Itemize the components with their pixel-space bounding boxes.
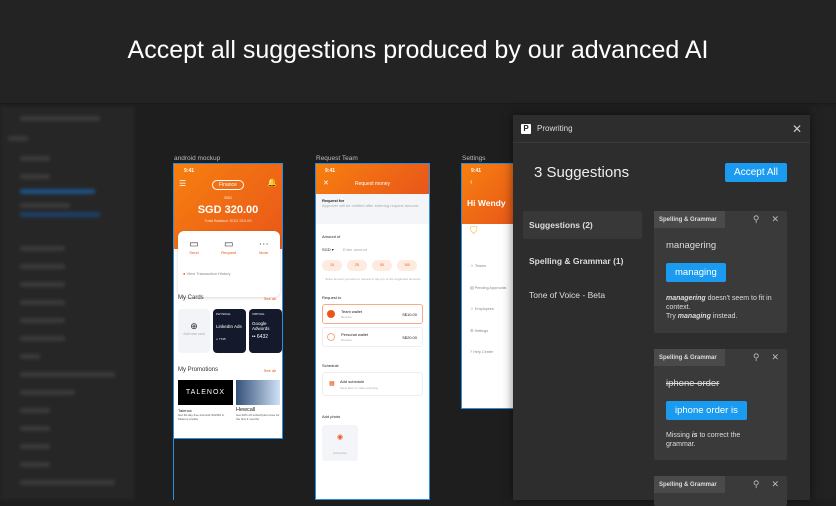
explanation: managering doesn't seem to fit in contex…: [666, 295, 772, 320]
app-name: Prowriting: [537, 124, 573, 133]
screen-title: Request money: [354, 181, 391, 187]
status-time: 9:41: [184, 168, 195, 174]
settings-item-settings[interactable]: ⚙ Settings: [470, 321, 506, 343]
bell-icon[interactable]: 🔔: [267, 178, 277, 187]
nav-spelling-grammar[interactable]: Spelling & Grammar (1): [523, 247, 642, 275]
send-action[interactable]: ▭ Send: [189, 239, 198, 255]
promotions-title: My Promotions: [178, 367, 219, 373]
search-icon[interactable]: ⚲: [753, 479, 760, 490]
settings-frame[interactable]: 9:41 ‹ Hi Wendy ⛉ ☺ Teams ▤ Pending Appr…: [461, 163, 521, 409]
more-action[interactable]: ⋯ More: [259, 239, 269, 255]
add-card[interactable]: ⊕ Add new card: [178, 309, 210, 353]
right-panel-blurred: [810, 106, 836, 500]
add-photo-label: Add photo: [322, 414, 341, 419]
suggestion-card: Spelling & Grammar ⚲ ✕ managering managin…: [654, 211, 787, 333]
original-text: managering: [666, 240, 717, 251]
add-photo-button[interactable]: ◉ Add photo: [322, 425, 358, 461]
accept-all-button[interactable]: Accept All: [725, 163, 787, 182]
headline: Accept all suggestions produced by our a…: [127, 36, 709, 64]
request-action[interactable]: ▭ Request: [221, 239, 236, 255]
greeting: Hi Wendy: [467, 198, 506, 208]
layers-sidebar: [0, 106, 135, 500]
back-icon[interactable]: ‹: [470, 179, 472, 186]
wallet-option-team[interactable]: Team wallet Receive S$10.00: [322, 304, 423, 324]
promo-talenox[interactable]: TALENOX Talenox Get 30-day free trial and …: [178, 380, 233, 428]
android-mockup-frame[interactable]: 9:41 ☰ Finance 🔔 SGD SGD 320.00 Total Ba…: [173, 163, 283, 439]
frame-label-request: Request Team: [316, 155, 358, 162]
search-icon[interactable]: ⚲: [753, 352, 760, 363]
card-google[interactable]: VIRTUAL Google Adwords •• 6432: [249, 309, 282, 353]
amount-chip[interactable]: 50: [372, 260, 392, 271]
promo-hewcall[interactable]: Hewcall Get 20% off subscription fees for…: [236, 380, 280, 428]
amount-label: Amount of: [322, 234, 341, 239]
nav-suggestions[interactable]: Suggestions (2): [523, 211, 642, 239]
settings-item-employees[interactable]: ☺ Employees: [470, 299, 506, 321]
menu-icon[interactable]: ☰: [179, 179, 186, 188]
prowriting-logo-icon: P: [521, 123, 531, 134]
camera-icon: ◉: [336, 434, 344, 441]
schedule-label: Schedule: [322, 363, 339, 368]
settings-item-teams[interactable]: ☺ Teams: [470, 256, 506, 278]
sub-balance: Total Balance SGD 510.00: [204, 218, 252, 223]
transaction-history-link[interactable]: ● View Transaction History: [183, 271, 231, 276]
wallet-option-personal[interactable]: Personal wallet Receive S$20.00: [322, 327, 423, 347]
currency-select[interactable]: SGD: [322, 247, 331, 252]
amount-chip[interactable]: 10: [322, 260, 342, 271]
explanation: Missing is to correct the grammar.: [666, 432, 741, 448]
nav-tone-of-voice[interactable]: Tone of Voice - Beta: [523, 281, 642, 309]
frame-label-android: android mockup: [174, 155, 221, 162]
suggestion-button[interactable]: managing: [666, 263, 726, 282]
request-team-frame[interactable]: 9:41 ✕ Request money Request for Approve…: [315, 163, 430, 500]
request-to-label: Request to: [322, 295, 342, 300]
original-text: iphone order: [666, 378, 720, 389]
close-icon[interactable]: ✕: [792, 122, 802, 136]
frame-label-settings: Settings: [462, 155, 486, 162]
add-schedule[interactable]: ▦ Add schedule Send later or make recurrin…: [322, 372, 423, 396]
banner: Accept all suggestions produced by our a…: [0, 0, 836, 104]
shield-icon: ⛉: [470, 226, 478, 237]
settings-item-help[interactable]: ? Help Center: [470, 342, 506, 364]
balance-label: SGD: [224, 196, 232, 200]
suggestion-card: Spelling & Grammar ⚲ ✕ iphone order iphon…: [654, 349, 787, 460]
amount-chip[interactable]: 25: [347, 260, 367, 271]
suggestions-title: 3 Suggestions: [534, 164, 630, 181]
status-time: 9:41: [325, 168, 336, 174]
dismiss-icon[interactable]: ✕: [771, 352, 779, 363]
card-linkedin[interactable]: PHYSICAL LinkedIn Ads •• 7745: [213, 309, 246, 353]
my-cards-title: My Cards: [178, 295, 204, 301]
amount-chip[interactable]: 100: [397, 260, 417, 271]
dismiss-icon[interactable]: ✕: [771, 214, 779, 225]
prowriting-panel: P Prowriting ✕ 3 Suggestions Accept All …: [513, 115, 810, 506]
card-tag: Spelling & Grammar: [654, 349, 725, 366]
see-all-cards[interactable]: See all: [264, 296, 276, 301]
card-tag: Spelling & Grammar: [654, 211, 725, 228]
settings-item-pending[interactable]: ▤ Pending Approvals: [470, 278, 506, 300]
amount-hint: *Enter amount you want to request or tap…: [324, 277, 421, 281]
search-icon[interactable]: ⚲: [753, 214, 760, 225]
amount-input[interactable]: Enter amount: [343, 247, 367, 252]
finance-dropdown[interactable]: Finance: [212, 180, 244, 190]
suggestion-card: Spelling & Grammar ⚲ ✕: [654, 476, 787, 506]
dismiss-icon[interactable]: ✕: [771, 479, 779, 490]
balance: SGD 320.00: [197, 204, 259, 216]
suggestion-button[interactable]: iphone order is: [666, 401, 747, 420]
request-for-desc: Approver will be notified after entering…: [322, 203, 420, 208]
see-all-promos[interactable]: See all: [264, 368, 276, 373]
status-time: 9:41: [471, 168, 482, 174]
card-tag: Spelling & Grammar: [654, 476, 725, 493]
